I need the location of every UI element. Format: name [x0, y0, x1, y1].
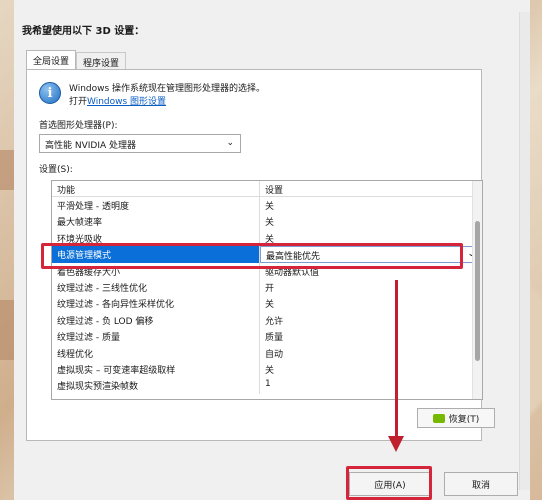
- info-icon: i: [39, 82, 61, 104]
- row-feature: 线程优化: [52, 344, 260, 361]
- row-value: 开: [265, 283, 275, 294]
- row-feature: 纹理过滤 - 负 LOD 偏移: [52, 311, 260, 329]
- row-feature: 纹理过滤 - 三线性优化: [52, 278, 260, 296]
- settings-grid: 功能 设置 平滑处理 - 透明度 关 最大帧速率 关 环境光吸收 关 电源管理模…: [51, 180, 483, 400]
- row-value: 自动: [265, 349, 284, 360]
- row-feature: 最大帧速率: [52, 213, 260, 230]
- nvidia-logo-icon: [432, 413, 445, 423]
- gpu-selected-value: 高性能 NVIDIA 处理器: [45, 141, 137, 151]
- row-value: 关: [265, 202, 275, 212]
- page-heading: 我希望使用以下 3D 设置：: [22, 26, 145, 37]
- table-row[interactable]: 纹理过滤 - 负 LOD 偏移 允许: [52, 311, 482, 329]
- table-row[interactable]: 纹理过滤 - 三线性优化 开: [52, 278, 482, 296]
- windows-graphics-settings-link[interactable]: Windows 图形设置: [87, 97, 166, 107]
- header-feature: 功能: [52, 181, 260, 196]
- row-value: 允许: [265, 316, 284, 327]
- gpu-label: 首选图形处理器(P):: [39, 121, 118, 131]
- row-value: 关: [265, 218, 275, 229]
- tab-global-settings[interactable]: 全局设置: [26, 50, 77, 69]
- cancel-button[interactable]: 取消: [444, 472, 518, 496]
- table-row[interactable]: 线程优化 自动: [52, 344, 482, 361]
- row-value: 关: [265, 300, 275, 311]
- row-feature: 平滑处理 - 透明度: [52, 197, 260, 214]
- panel-scrollbar[interactable]: [519, 12, 530, 490]
- gpu-select[interactable]: 高性能 NVIDIA 处理器 ⌄: [39, 134, 241, 153]
- annotation-arrow: [395, 280, 398, 440]
- table-row[interactable]: 虚拟现实预渲染帧数 1: [52, 377, 482, 394]
- tab-program-settings[interactable]: 程序设置: [76, 52, 127, 69]
- info-line-2: 打开Windows 图形设置: [69, 96, 265, 109]
- table-row[interactable]: 最大帧速率 关: [52, 213, 482, 230]
- table-row[interactable]: 平滑处理 - 透明度 关: [52, 197, 482, 214]
- annotation-arrow-head: [388, 436, 404, 452]
- row-value: 1: [265, 379, 271, 390]
- table-row[interactable]: 虚拟现实 – 可变速率超级取样 关: [52, 360, 482, 378]
- settings-label: 设置(S):: [39, 165, 73, 175]
- table-row[interactable]: 纹理过滤 - 各向异性采样优化 关: [52, 295, 482, 312]
- scrollbar-thumb[interactable]: [475, 221, 480, 361]
- row-feature: 纹理过滤 - 各向异性采样优化: [52, 295, 260, 312]
- chevron-down-icon: ⌄: [226, 138, 234, 148]
- row-value: 关: [265, 365, 275, 376]
- grid-header: 功能 设置: [52, 181, 482, 197]
- row-feature: 纹理过滤 - 质量: [52, 328, 260, 345]
- annotation-highlight-apply: [346, 466, 432, 500]
- info-line: Windows 操作系统现在管理图形处理器的选择。: [69, 84, 266, 94]
- row-value: 质量: [265, 333, 284, 344]
- row-feature: 虚拟现实 – 可变速率超级取样: [52, 360, 260, 378]
- table-row[interactable]: 纹理过滤 - 质量 质量: [52, 328, 482, 345]
- grid-scrollbar[interactable]: [472, 181, 482, 399]
- info-message: Windows 操作系统现在管理图形处理器的选择。 打开Windows 图形设置: [69, 83, 265, 109]
- header-setting: 设置: [265, 186, 284, 196]
- restore-button[interactable]: 恢复(T): [417, 408, 495, 428]
- row-feature: 虚拟现实预渲染帧数: [52, 377, 260, 394]
- info-prefix: 打开: [69, 97, 88, 107]
- restore-label: 恢复(T): [448, 414, 480, 425]
- annotation-highlight-power-mode: [41, 243, 463, 269]
- tab-bar: 全局设置 程序设置: [26, 50, 127, 69]
